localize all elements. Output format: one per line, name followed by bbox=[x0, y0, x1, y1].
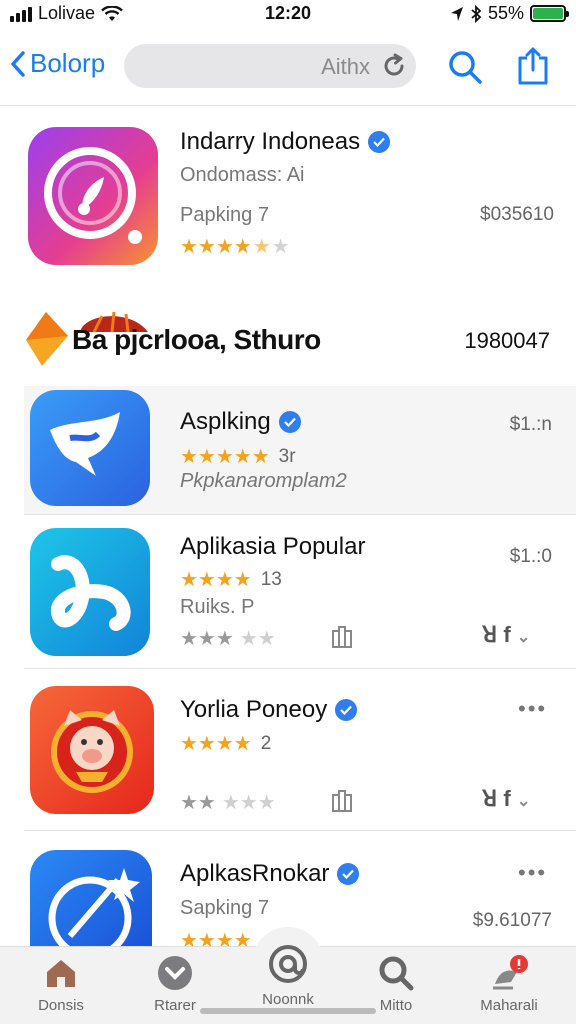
app-title[interactable]: Yorlia Poneoy bbox=[180, 696, 358, 724]
pig-icon bbox=[51, 710, 133, 793]
app-icon-music[interactable] bbox=[28, 127, 158, 265]
app-title[interactable]: Indarry Indoneas bbox=[180, 128, 391, 156]
app-subtitle: Pkpkanaromplam2 bbox=[180, 470, 347, 492]
home-indicator bbox=[200, 1008, 376, 1014]
navigation-bar: Bolorp Aithx bbox=[0, 30, 576, 106]
app-subtitle: Sapking 7 bbox=[180, 897, 269, 919]
rating-count: 2 bbox=[260, 732, 272, 754]
share-icon[interactable] bbox=[516, 46, 550, 86]
updates-icon bbox=[493, 955, 528, 990]
star-swirl-icon bbox=[48, 868, 140, 960]
bookmark-icon[interactable] bbox=[330, 790, 354, 812]
divider bbox=[24, 668, 576, 669]
app-icon-loop[interactable] bbox=[30, 528, 150, 656]
search-field[interactable]: Aithx bbox=[124, 44, 416, 88]
action-buttons[interactable]: ꓤ f ⌄ bbox=[482, 786, 530, 812]
music-note-icon bbox=[44, 147, 142, 244]
bookmark-icon[interactable] bbox=[330, 626, 354, 648]
back-button[interactable]: Bolorp bbox=[10, 48, 105, 79]
app-title-text: Yorlia Poneoy bbox=[180, 696, 328, 723]
app-title-text: AplkasRnokar bbox=[180, 860, 330, 887]
app-title[interactable]: Asplking bbox=[180, 408, 301, 436]
app-price: $1.:n bbox=[509, 414, 552, 435]
location-icon bbox=[450, 6, 463, 21]
star-rating: ★★★★ ★ ★ bbox=[180, 236, 290, 258]
tab-explore[interactable]: Rtarer bbox=[120, 953, 230, 1014]
user-rating-stars[interactable]: ★★★★★ bbox=[180, 790, 276, 815]
tab-label: Maharali bbox=[480, 997, 538, 1014]
divider bbox=[24, 514, 576, 515]
verified-icon bbox=[368, 131, 391, 153]
loop-icon bbox=[51, 555, 131, 631]
app-price: $035610 bbox=[480, 204, 554, 225]
section-title: Ba pjcrlooa, Sthuro bbox=[72, 324, 321, 355]
app-category: Papking 7 bbox=[180, 204, 269, 226]
status-bar: Lolivae 12:20 55% bbox=[0, 0, 576, 30]
app-price: $1.:0 bbox=[509, 546, 552, 567]
chevron-down-icon bbox=[158, 956, 192, 990]
tab-label: Donsis bbox=[38, 997, 84, 1014]
star-rating: ★★★★★ 3r bbox=[180, 445, 296, 469]
app-subtitle: Ruiks. P bbox=[180, 596, 255, 618]
bird-icon bbox=[50, 412, 120, 476]
more-options-icon[interactable]: ••• bbox=[518, 860, 547, 886]
bluetooth-icon bbox=[471, 4, 482, 23]
tab-search[interactable]: Mitto bbox=[341, 953, 451, 1014]
home-icon bbox=[47, 960, 75, 987]
app-subtitle: Ondomass: Ai bbox=[180, 164, 305, 186]
divider bbox=[24, 830, 576, 831]
app-title-text: Aplikasia Popular bbox=[180, 533, 366, 560]
app-title[interactable]: Aplikasia Popular bbox=[180, 533, 365, 561]
tab-center[interactable]: Noonnk bbox=[233, 941, 343, 1008]
rating-count: 13 bbox=[260, 568, 282, 590]
star-rating: ★★★★ 2 bbox=[180, 732, 272, 756]
search-icon[interactable] bbox=[446, 48, 484, 86]
action-buttons[interactable]: ꓤ f ⌄ bbox=[482, 622, 530, 648]
verified-icon bbox=[278, 411, 301, 433]
app-title[interactable]: AplkasRnokar bbox=[180, 860, 360, 888]
app-title-text: Asplking bbox=[180, 408, 271, 435]
reload-icon[interactable] bbox=[380, 52, 408, 80]
app-price: $9.61077 bbox=[472, 910, 552, 931]
rating-count: 3r bbox=[278, 445, 296, 467]
app-icon-pig[interactable] bbox=[30, 686, 154, 814]
battery-icon bbox=[530, 5, 569, 22]
verified-icon bbox=[337, 863, 360, 885]
chevron-left-icon bbox=[11, 50, 25, 77]
verified-icon bbox=[335, 699, 358, 721]
more-options-icon[interactable]: ••• bbox=[518, 696, 547, 722]
tab-label: Noonnk bbox=[262, 991, 314, 1008]
app-title-text: Indarry Indoneas bbox=[180, 128, 361, 155]
app-icon-bird[interactable] bbox=[30, 390, 150, 506]
search-icon bbox=[379, 956, 414, 991]
user-rating-stars[interactable]: ★★★★★ bbox=[180, 626, 276, 651]
section-header: Ba pjcrlooa, Sthuro 1980047 bbox=[24, 306, 564, 370]
back-label: Bolorp bbox=[30, 48, 106, 78]
star-rating: ★★★★ 13 bbox=[180, 568, 282, 592]
section-number: 1980047 bbox=[464, 328, 550, 353]
at-sign-icon bbox=[269, 945, 307, 983]
app-icon-star[interactable] bbox=[30, 850, 152, 960]
search-text: Aithx bbox=[321, 54, 370, 79]
battery-percent: 55% bbox=[487, 3, 524, 23]
tab-home[interactable]: Donsis bbox=[6, 953, 116, 1014]
tab-updates[interactable]: Maharali bbox=[454, 953, 564, 1014]
